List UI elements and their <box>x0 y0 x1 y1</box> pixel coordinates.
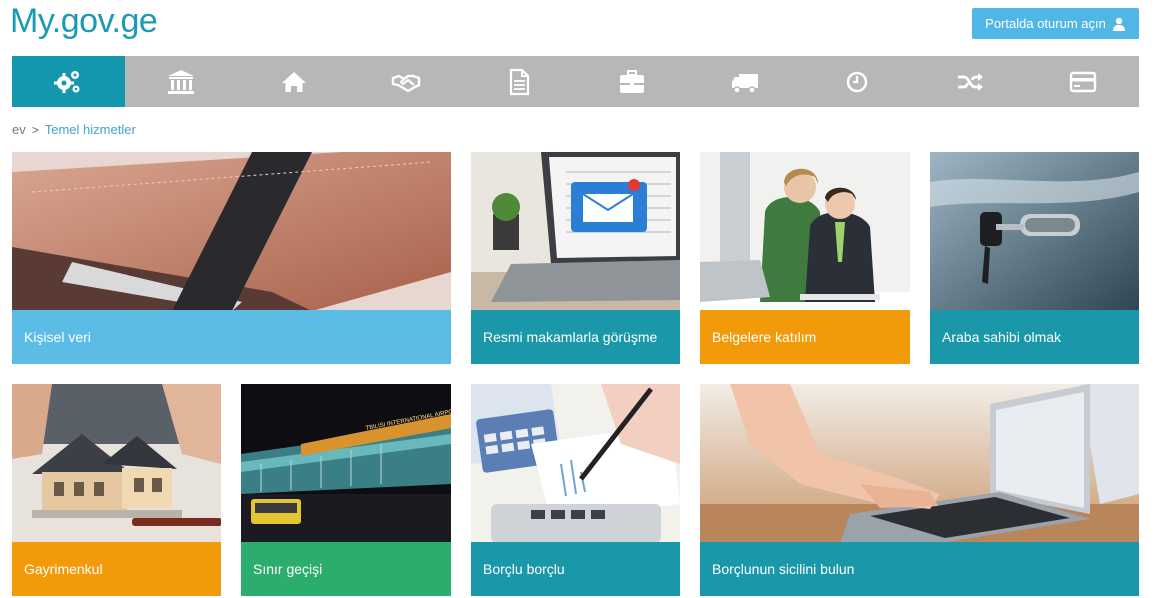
calculator-photo <box>471 384 680 543</box>
nav-item-agreements[interactable] <box>350 56 463 107</box>
tile-label: Araba sahibi olmak <box>930 310 1139 364</box>
tile-label: Resmi makamlarla görüşme <box>471 310 680 364</box>
breadcrumb-current[interactable]: Temel hizmetler <box>45 122 136 137</box>
document-icon <box>510 68 530 95</box>
tile-official-meetings[interactable]: Resmi makamlarla görüşme <box>471 152 680 364</box>
gears-icon <box>54 70 80 93</box>
tile-documents[interactable]: Belgelere katılım <box>700 152 910 364</box>
site-logo[interactable]: My.gov.ge <box>10 2 158 41</box>
business-people-photo <box>700 152 910 311</box>
breadcrumb-separator: > <box>31 122 39 137</box>
breadcrumb-home[interactable]: ev <box>12 122 26 137</box>
credit-card-icon <box>1069 71 1096 92</box>
tile-car-ownership[interactable]: Araba sahibi olmak <box>930 152 1139 364</box>
login-button-label: Portalda oturum açın <box>985 16 1106 31</box>
tile-label: Sınır geçişi <box>241 542 451 596</box>
laptop-typing-photo <box>700 384 1139 543</box>
breadcrumb: ev > Temel hizmetler <box>12 122 136 137</box>
wallet-photo <box>12 152 451 311</box>
briefcase-icon <box>619 69 644 93</box>
login-button[interactable]: Portalda oturum açın <box>972 8 1139 39</box>
clock-icon <box>847 71 868 92</box>
tile-real-estate[interactable]: Gayrimenkul <box>12 384 221 596</box>
airport-photo: TBILISI INTERNATIONAL AIRPORT <box>241 384 451 543</box>
home-icon <box>281 71 306 92</box>
tile-label: Borçlu borçlu <box>471 542 680 596</box>
tile-personal-data[interactable]: Kişisel veri <box>12 152 451 364</box>
nav-item-services[interactable] <box>12 56 125 107</box>
nav-item-time[interactable] <box>801 56 914 107</box>
truck-icon <box>731 73 758 94</box>
nav-item-business[interactable] <box>576 56 689 107</box>
nav-item-transport[interactable] <box>688 56 801 107</box>
tile-label: Belgelere katılım <box>700 310 910 364</box>
laptop-email-photo <box>471 152 680 311</box>
tile-debtor[interactable]: Borçlu borçlu <box>471 384 680 596</box>
handshake-icon <box>392 74 421 92</box>
nav-item-documents[interactable] <box>463 56 576 107</box>
house-model-photo <box>12 384 221 543</box>
category-nav <box>12 56 1139 107</box>
nav-item-exchange[interactable] <box>914 56 1027 107</box>
tile-debtor-registry[interactable]: Borçlunun sicilini bulun <box>700 384 1139 596</box>
tile-label: Gayrimenkul <box>12 542 221 596</box>
car-key-photo <box>930 152 1139 311</box>
page: My.gov.ge Portalda oturum açın ev > Teme… <box>0 0 1154 598</box>
nav-item-institutions[interactable] <box>125 56 238 107</box>
shuffle-icon <box>957 72 983 91</box>
nav-item-home[interactable] <box>237 56 350 107</box>
tile-label: Kişisel veri <box>12 310 451 364</box>
nav-item-payments[interactable] <box>1026 56 1139 107</box>
institution-icon <box>168 69 195 94</box>
tile-label: Borçlunun sicilini bulun <box>700 542 1139 596</box>
tile-border-crossing[interactable]: TBILISI INTERNATIONAL AIRPORT Sınır geçi… <box>241 384 451 596</box>
user-icon <box>1112 17 1125 31</box>
